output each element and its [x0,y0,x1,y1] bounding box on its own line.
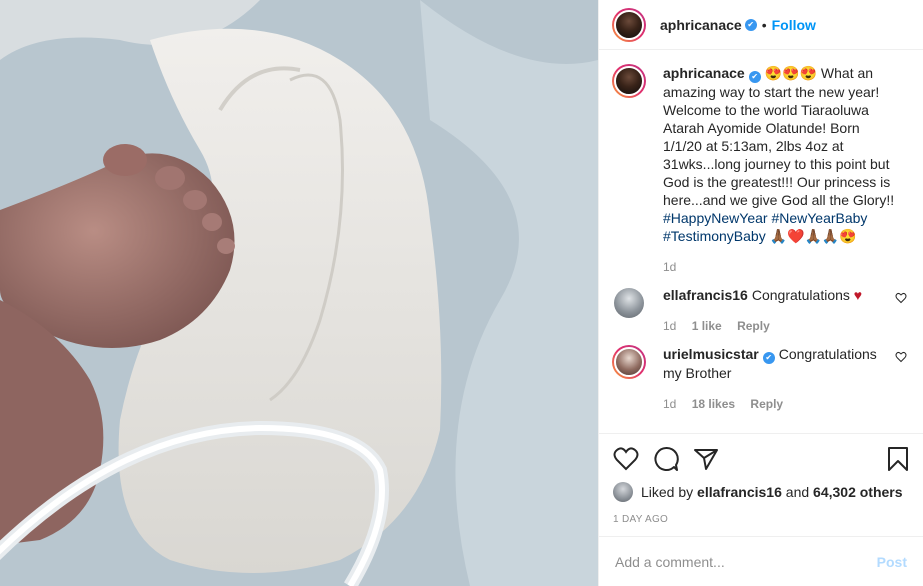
comment-item: ellafrancis16 Congratulations ♥ 1d 1 like… [612,286,907,335]
reply-button[interactable]: Reply [750,397,783,411]
reply-button[interactable]: Reply [737,319,770,333]
commenter-username[interactable]: ellafrancis16 [663,287,748,303]
verified-icon: ✔ [748,71,761,83]
heart-emoji-icon: ♥ [853,287,863,303]
liked-by-user[interactable]: ellafrancis16 [697,484,782,500]
post-date[interactable]: 1 DAY AGO [613,514,909,525]
caption-avatar[interactable] [612,64,646,98]
comment-item: urielmusicstar ✔ Congratulations my Brothe… [612,345,907,413]
add-comment-bar: Post [599,536,923,586]
caption-meta: 1d [663,258,895,276]
comment-body: urielmusicstar ✔ Congratulations my Brothe… [663,345,895,413]
verified-icon: ✔ [762,352,775,364]
verified-icon: ✔ [744,18,757,31]
caption-emoji: 🙏🏾❤️🙏🏾🙏🏾😍 [765,228,857,244]
author-username[interactable]: aphricanace [660,17,742,33]
comment-text: Congratulations [751,287,850,303]
liked-by-prefix: Liked by [641,484,694,500]
post-header: aphricanace ✔ • Follow [599,0,923,50]
comment-body: ellafrancis16 Congratulations ♥ 1d 1 like… [663,286,895,335]
liked-by-others[interactable]: 64,302 others [813,484,903,500]
follow-button[interactable]: Follow [772,17,816,33]
commenter-avatar[interactable] [612,345,646,379]
caption-body: aphricanace ✔ 😍😍😍 What an amazing way to s… [663,64,895,276]
action-icons [613,442,909,476]
comment-likes[interactable]: 18 likes [692,397,735,411]
liked-by: Liked by ellafrancis16 and 64,302 others [613,482,909,502]
liker-avatar[interactable] [613,482,633,502]
post-photo[interactable] [0,0,598,586]
comment-likes[interactable]: 1 like [692,319,722,333]
save-bookmark-icon[interactable] [887,446,909,472]
comments-list[interactable]: aphricanace ✔ 😍😍😍 What an amazing way to s… [599,51,923,427]
comment-bubble-icon[interactable] [653,446,679,472]
caption-age: 1d [663,260,677,274]
comment-like-heart-icon[interactable] [895,292,907,304]
post-comment-button[interactable]: Post [877,554,907,570]
commenter-username[interactable]: urielmusicstar [663,346,759,362]
liked-by-middle: and [785,484,810,500]
comment-meta: 1d 18 likes Reply [663,395,895,413]
header-separator: • [761,16,767,33]
like-heart-icon[interactable] [613,447,639,471]
caption-text: 😍😍😍 What an amazing way to start the new… [663,65,895,208]
comment-meta: 1d 1 like Reply [663,317,895,335]
add-comment-input[interactable] [615,553,877,570]
comment-age: 1d [663,397,677,411]
share-paper-plane-icon[interactable] [693,447,719,471]
comment-like-heart-icon[interactable] [895,351,907,363]
caption: aphricanace ✔ 😍😍😍 What an amazing way to s… [612,64,907,276]
post-side-panel: aphricanace ✔ • Follow aphricanace ✔ 😍😍😍 W… [598,0,923,586]
comment-age: 1d [663,319,677,333]
author-avatar[interactable] [612,7,646,42]
post-photo-illustration [0,0,598,586]
post-actions: Liked by ellafrancis16 and 64,302 others… [599,433,923,543]
caption-username[interactable]: aphricanace [663,65,745,81]
commenter-avatar[interactable] [612,286,646,320]
